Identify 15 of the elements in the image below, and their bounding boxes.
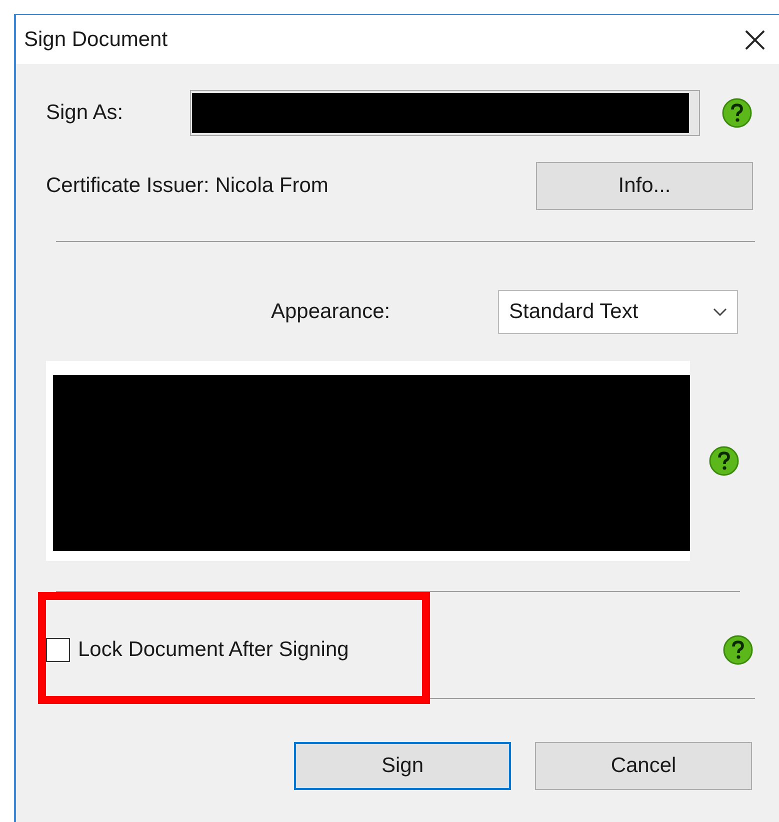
help-icon[interactable]: [722, 98, 752, 128]
sign-as-label: Sign As:: [46, 101, 124, 125]
cancel-button[interactable]: Cancel: [535, 742, 752, 790]
sign-as-dropdown[interactable]: [190, 90, 700, 136]
caret-icon: [713, 308, 727, 316]
appearance-dropdown[interactable]: Standard Text: [498, 290, 738, 334]
window-title: Sign Document: [24, 28, 168, 52]
close-icon[interactable]: [745, 30, 765, 50]
info-button[interactable]: Info...: [536, 162, 753, 210]
sign-button[interactable]: Sign: [294, 742, 511, 790]
certificate-issuer-text: Certificate Issuer: Nicola From: [46, 174, 330, 198]
help-icon[interactable]: [723, 635, 753, 665]
appearance-label: Appearance:: [270, 300, 392, 324]
help-icon[interactable]: [709, 446, 739, 476]
lock-document-checkbox[interactable]: Lock Document After Signing: [46, 638, 723, 662]
